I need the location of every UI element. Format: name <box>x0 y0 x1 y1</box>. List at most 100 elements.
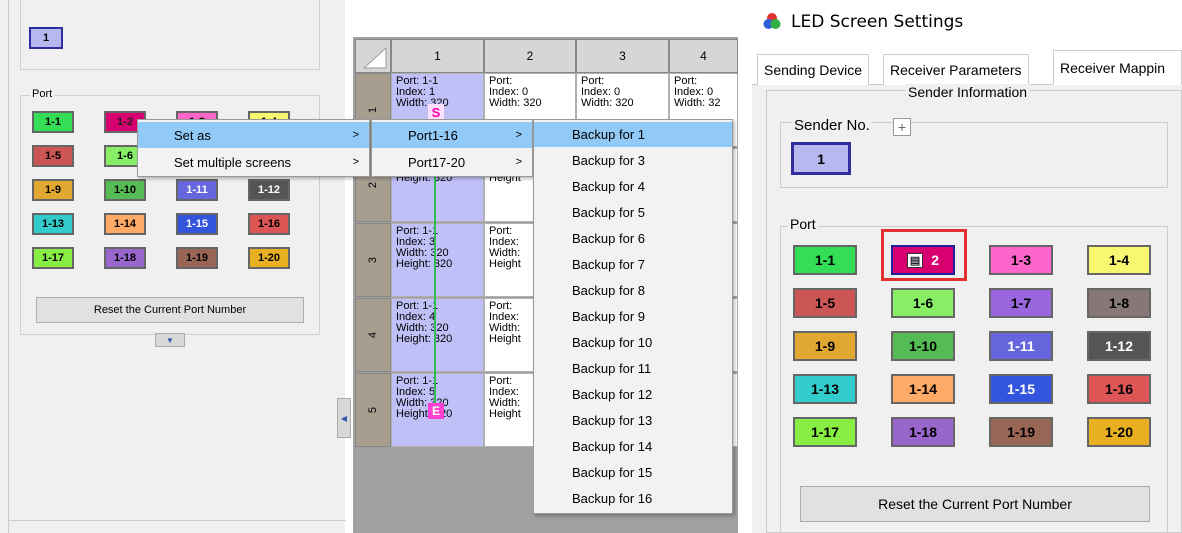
port-button-1-9[interactable]: 1-9 <box>32 179 74 201</box>
menu-item-label: Backup for 5 <box>572 205 645 220</box>
menu-item-label: Backup for 7 <box>572 257 645 272</box>
port-button-1-15[interactable]: 1-15 <box>176 213 218 235</box>
menu-item-label: Backup for 13 <box>572 413 653 428</box>
copy-doc-icon: ▤ <box>906 252 924 268</box>
menu-item-backup[interactable]: Backup for 6 <box>534 226 732 251</box>
menu-item-label: Backup for 4 <box>572 179 645 194</box>
port-button-1-12[interactable]: 1-12 <box>1087 331 1151 361</box>
port-button-1-16[interactable]: 1-16 <box>1087 374 1151 404</box>
port-button-1-7[interactable]: 1-7 <box>989 288 1053 318</box>
grid-corner[interactable] <box>355 39 391 73</box>
reset-port-button-left[interactable]: Reset the Current Port Number <box>36 297 304 323</box>
chevron-right-icon: > <box>515 129 522 141</box>
menu-item-backup[interactable]: Backup for 1 <box>534 122 732 147</box>
port-button-1-12[interactable]: 1-12 <box>248 179 290 201</box>
context-menu-backup: Backup for 1 Backup for 3 Backup for 4 Back… <box>533 119 733 514</box>
sender-group-left: 1 <box>20 0 320 70</box>
sender-no-label: Sender No. <box>792 117 872 134</box>
port-button-1-13[interactable]: 1-13 <box>32 213 74 235</box>
port-label: Port <box>788 216 818 232</box>
menu-item-backup[interactable]: Backup for 9 <box>534 304 732 329</box>
menu-item-label: Backup for 11 <box>572 361 652 376</box>
menu-item-backup[interactable]: Backup for 7 <box>534 252 732 277</box>
port-button-1-2[interactable]: ▤ 2 <box>891 245 955 275</box>
grid-row-header[interactable]: 5 <box>355 373 391 447</box>
port-button-1-14[interactable]: 1-14 <box>104 213 146 235</box>
port-button-1-14[interactable]: 1-14 <box>891 374 955 404</box>
route-start-marker: S <box>428 104 444 120</box>
menu-item-label: Backup for 12 <box>572 387 653 402</box>
menu-item-backup[interactable]: Backup for 14 <box>534 434 732 459</box>
sender-information-heading: Sender Information <box>905 84 1031 100</box>
expand-down-button[interactable]: ▼ <box>155 333 185 347</box>
triangle-left-icon: ◀ <box>340 413 348 423</box>
sender-1-button[interactable]: 1 <box>791 142 851 175</box>
grid-column-header[interactable]: 4 <box>669 39 738 73</box>
port-button-1-10[interactable]: 1-10 <box>104 179 146 201</box>
menu-item-backup[interactable]: Backup for 4 <box>534 174 732 199</box>
divider <box>8 520 346 521</box>
port-button-1-1[interactable]: 1-1 <box>793 245 857 275</box>
menu-item-backup[interactable]: Backup for 12 <box>534 382 732 407</box>
port-button-1-17[interactable]: 1-17 <box>32 247 74 269</box>
menu-item-backup[interactable]: Backup for 5 <box>534 200 732 225</box>
menu-item-port17-20[interactable]: Port17-20 > <box>372 149 532 175</box>
port-button-1-5[interactable]: 1-5 <box>32 145 74 167</box>
menu-item-backup[interactable]: Backup for 15 <box>534 460 732 485</box>
port-button-1-20[interactable]: 1-20 <box>248 247 290 269</box>
grid-column-header[interactable]: 2 <box>484 39 576 73</box>
menu-item-backup[interactable]: Backup for 16 <box>534 486 732 511</box>
port-button-1-8[interactable]: 1-8 <box>1087 288 1151 318</box>
app-logo-icon <box>763 13 781 29</box>
port-button-1-13[interactable]: 1-13 <box>793 374 857 404</box>
context-menu-port-range: Port1-16 > Port17-20 > <box>371 119 533 177</box>
menu-item-set-multiple-screens[interactable]: Set multiple screens > <box>138 149 369 175</box>
port-button-1-16[interactable]: 1-16 <box>248 213 290 235</box>
port-button-1-6[interactable]: 1-6 <box>891 288 955 318</box>
menu-item-label: Backup for 6 <box>572 231 645 246</box>
port-button-1-3[interactable]: 1-3 <box>989 245 1053 275</box>
tab-receiver-parameters[interactable]: Receiver Parameters <box>883 54 1029 85</box>
menu-item-label: Backup for 9 <box>572 309 645 324</box>
port-button-1-5[interactable]: 1-5 <box>793 288 857 318</box>
collapse-panel-button[interactable]: ◀ <box>337 398 351 438</box>
route-end-marker: E <box>428 403 444 419</box>
grid-column-header[interactable]: 1 <box>391 39 484 73</box>
add-sender-button[interactable]: + <box>893 118 911 136</box>
menu-item-backup[interactable]: Backup for 13 <box>534 408 732 433</box>
port-button-1-19[interactable]: 1-19 <box>989 417 1053 447</box>
menu-item-label: Backup for 15 <box>572 465 653 480</box>
menu-item-label: Backup for 14 <box>572 439 653 454</box>
menu-item-backup[interactable]: Backup for 11 <box>534 356 732 381</box>
menu-item-port1-16[interactable]: Port1-16 > <box>372 122 532 148</box>
menu-item-label: Backup for 10 <box>572 335 653 350</box>
port-button-1-11[interactable]: 1-11 <box>989 331 1053 361</box>
corner-triangle-icon <box>362 46 387 69</box>
menu-item-backup[interactable]: Backup for 10 <box>534 330 732 355</box>
grid-row-header[interactable]: 4 <box>355 298 391 372</box>
menu-item-backup[interactable]: Backup for 8 <box>534 278 732 303</box>
port-button-1-11[interactable]: 1-11 <box>176 179 218 201</box>
port-button-1-19[interactable]: 1-19 <box>176 247 218 269</box>
port-button-1-17[interactable]: 1-17 <box>793 417 857 447</box>
port-button-1-4[interactable]: 1-4 <box>1087 245 1151 275</box>
grid-cell[interactable]: Port: 1-1 Index: 4 Width: 320 Height: 32… <box>391 298 484 372</box>
port-button-1-20[interactable]: 1-20 <box>1087 417 1151 447</box>
reset-port-button[interactable]: Reset the Current Port Number <box>800 486 1150 522</box>
port-button-1-1[interactable]: 1-1 <box>32 111 74 133</box>
menu-item-backup[interactable]: Backup for 3 <box>534 148 732 173</box>
port-button-1-9[interactable]: 1-9 <box>793 331 857 361</box>
port-button-1-10[interactable]: 1-10 <box>891 331 955 361</box>
port-button-1-18[interactable]: 1-18 <box>891 417 955 447</box>
divider <box>8 0 9 533</box>
grid-column-header[interactable]: 3 <box>576 39 669 73</box>
port-button-1-15[interactable]: 1-15 <box>989 374 1053 404</box>
grid-row-header[interactable]: 3 <box>355 223 391 297</box>
tab-sending-device[interactable]: Sending Device <box>757 54 870 85</box>
port-button-1-18[interactable]: 1-18 <box>104 247 146 269</box>
tab-receiver-mapping[interactable]: Receiver Mappin <box>1053 50 1182 85</box>
port-number: 2 <box>931 252 940 268</box>
menu-item-set-as[interactable]: Set as > <box>138 122 369 148</box>
grid-cell[interactable]: Port: 1-1 Index: 3 Width: 320 Height: 32… <box>391 223 484 297</box>
sender-1-button-left[interactable]: 1 <box>29 27 63 49</box>
